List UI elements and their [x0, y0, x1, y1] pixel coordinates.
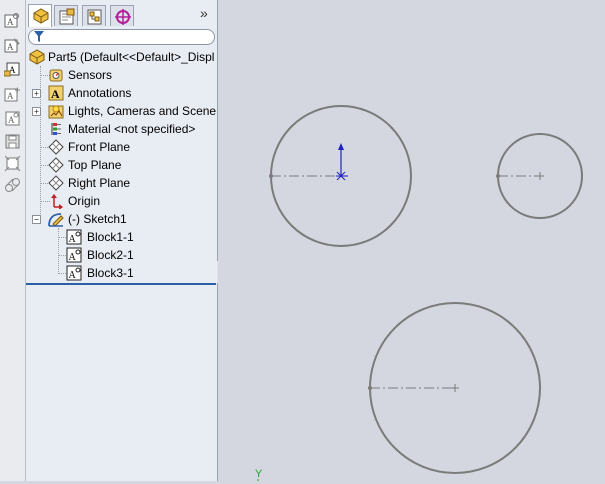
svg-text:A: A: [7, 91, 14, 101]
tree-item-label: Sensors: [68, 68, 113, 82]
explode-block-icon[interactable]: [4, 155, 21, 172]
sketch-origin-icon: [336, 143, 348, 181]
tree-item-label: Block2-1: [87, 248, 134, 262]
tree-root-label: Part5 (Default<<Default>_Displ: [48, 50, 215, 64]
tree-item-label: Block1-1: [87, 230, 134, 244]
annotations-icon: A: [48, 85, 64, 101]
propertymanager-icon: [59, 8, 75, 25]
add-remove-block-icon[interactable]: A: [4, 86, 21, 103]
svg-text:A: A: [69, 270, 77, 281]
tree-item-label: (-) Sketch1: [68, 212, 127, 226]
sketch-icon: [48, 213, 64, 227]
tree-item-annotations[interactable]: + A Annotations: [26, 84, 216, 102]
tree-item-top-plane[interactable]: Top Plane: [26, 156, 216, 174]
tree-item-block1[interactable]: A Block1-1: [26, 228, 216, 246]
configurationmanager-icon: [87, 9, 102, 25]
save-block-icon[interactable]: [4, 133, 21, 150]
svg-text:A: A: [69, 252, 77, 263]
tree-item-right-plane[interactable]: Right Plane: [26, 174, 216, 192]
block-icon: A: [66, 247, 82, 263]
featuremanager-panel: » Part5 (Default<<Default>_Displ Sensors…: [26, 0, 218, 481]
filter-icon: [34, 31, 44, 42]
tree-filter-input[interactable]: [28, 29, 215, 45]
make-block-icon[interactable]: A: [4, 61, 21, 78]
expand-toggle[interactable]: +: [32, 89, 41, 98]
part-icon: [29, 49, 45, 65]
tree-item-label: Origin: [68, 194, 101, 208]
plane-icon: [48, 157, 64, 173]
origin-icon: [51, 194, 63, 209]
material-icon: [51, 123, 61, 135]
sensors-icon: [49, 69, 63, 82]
block-icon: A: [66, 229, 82, 245]
tree-item-label: Block3-1: [87, 266, 134, 280]
tab-configurationmanager[interactable]: [82, 5, 106, 26]
triad-y-label: Y: [255, 468, 263, 480]
insert-block-icon[interactable]: A: [4, 12, 21, 29]
tree-item-label: Annotations: [68, 86, 132, 100]
featuremanager-tree-icon: [33, 8, 49, 24]
lights-icon: [48, 105, 64, 119]
svg-text:A: A: [51, 87, 60, 101]
collapse-toggle[interactable]: −: [32, 215, 41, 224]
blocks-toolbar: A A A A A: [0, 0, 26, 481]
expand-toggle[interactable]: +: [32, 107, 41, 116]
expand-tabs-chevron-icon[interactable]: »: [200, 6, 214, 20]
featuremanager-tabs: »: [26, 0, 218, 28]
svg-text:A: A: [8, 115, 15, 125]
tree-root-part[interactable]: Part5 (Default<<Default>_Displ: [26, 48, 216, 66]
svg-text:A: A: [7, 17, 14, 27]
dimxpertmanager-icon: [115, 9, 131, 25]
tab-propertymanager[interactable]: [54, 5, 78, 26]
tree-item-front-plane[interactable]: Front Plane: [26, 138, 216, 156]
tree-item-block3[interactable]: A Block3-1: [26, 264, 216, 282]
tab-dimxpertmanager[interactable]: [110, 5, 134, 26]
tree-item-sensors[interactable]: Sensors: [26, 66, 216, 84]
rebuild-block-icon[interactable]: A: [4, 110, 21, 127]
svg-text:A: A: [7, 42, 14, 52]
tree-item-block2[interactable]: A Block2-1: [26, 246, 216, 264]
tree-item-origin[interactable]: Origin: [26, 192, 216, 210]
tree-item-sketch1[interactable]: − (-) Sketch1: [26, 210, 216, 228]
belt-chain-icon[interactable]: [4, 177, 21, 194]
block2-circle[interactable]: [496, 133, 583, 219]
tree-item-label: Right Plane: [68, 176, 131, 190]
sketch-canvas[interactable]: Y: [218, 0, 605, 481]
tab-featuremanager-tree[interactable]: [28, 4, 52, 27]
block3-circle[interactable]: [368, 302, 541, 474]
tree-item-label: Material <not specified>: [68, 122, 196, 136]
rollback-bar[interactable]: [26, 283, 216, 285]
tree-item-material[interactable]: Material <not specified>: [26, 120, 216, 138]
plane-icon: [48, 139, 64, 155]
graphics-area[interactable]: Y: [218, 0, 605, 481]
edit-block-icon[interactable]: A: [4, 37, 21, 54]
tree-item-lights-cameras-scene[interactable]: + Lights, Cameras and Scene: [26, 102, 216, 120]
tree-item-label: Top Plane: [68, 158, 122, 172]
svg-text:A: A: [69, 234, 77, 245]
tree-item-label: Front Plane: [68, 140, 131, 154]
tree-item-label: Lights, Cameras and Scene: [68, 104, 217, 118]
block-icon: A: [66, 265, 82, 281]
plane-icon: [48, 175, 64, 191]
